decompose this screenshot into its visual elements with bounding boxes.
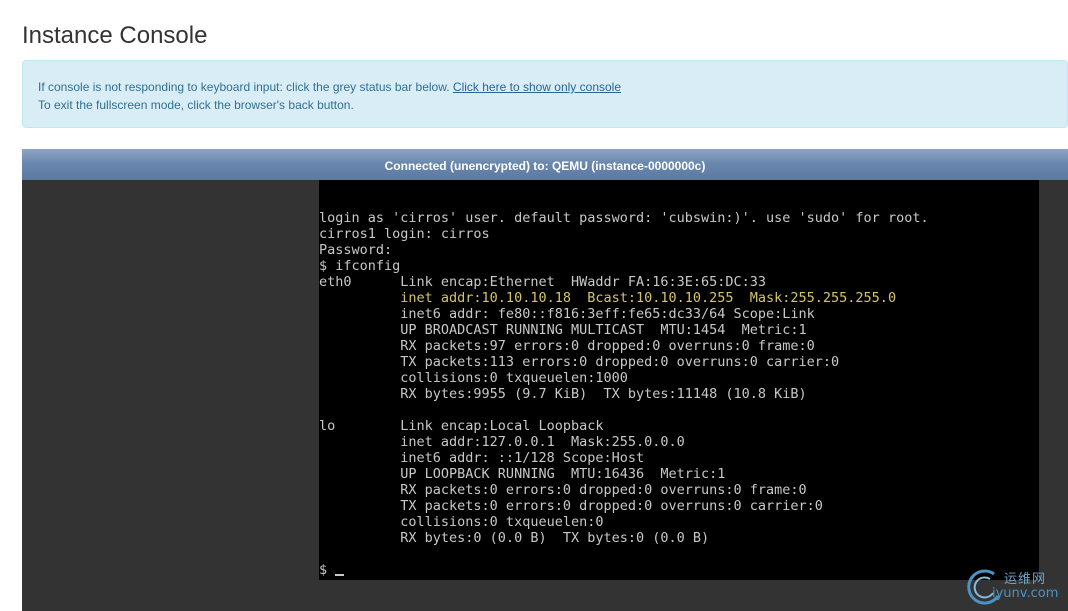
- console-info-alert: If console is not responding to keyboard…: [22, 60, 1068, 128]
- terminal-prompt-line: $: [319, 562, 929, 578]
- console-frame: Connected (unencrypted) to: QEMU (instan…: [22, 149, 1068, 611]
- terminal-line: inet6 addr: ::1/128 Scope:Host: [319, 450, 645, 466]
- info-line-2: To exit the fullscreen mode, click the b…: [38, 98, 354, 112]
- terminal-line: UP LOOPBACK RUNNING MTU:16436 Metric:1: [319, 466, 726, 482]
- terminal-line: inet addr:10.10.10.18 Bcast:10.10.10.255…: [319, 290, 897, 306]
- page-title: Instance Console: [22, 22, 208, 49]
- watermark-url-text: iyunv.com: [992, 586, 1059, 601]
- terminal-line: TX packets:0 errors:0 dropped:0 overruns…: [319, 498, 823, 514]
- terminal-prompt: $: [319, 562, 336, 578]
- show-only-console-link[interactable]: Click here to show only console: [453, 80, 621, 94]
- terminal-line: RX packets:97 errors:0 dropped:0 overrun…: [319, 338, 815, 354]
- info-line-1: If console is not responding to keyboard…: [38, 78, 1052, 96]
- terminal-line: collisions:0 txqueuelen:1000: [319, 370, 628, 386]
- terminal-line: cirros1 login: cirros: [319, 226, 490, 242]
- terminal-line: login as 'cirros' user. default password…: [319, 210, 929, 226]
- watermark-cn-text: 运维网: [1004, 572, 1047, 587]
- terminal-line: RX bytes:9955 (9.7 KiB) TX bytes:11148 (…: [319, 386, 807, 402]
- terminal-line: inet addr:127.0.0.1 Mask:255.0.0.0: [319, 434, 685, 450]
- terminal-screen[interactable]: login as 'cirros' user. default password…: [319, 180, 1039, 580]
- terminal-cursor: [335, 574, 345, 576]
- console-status-bar[interactable]: Connected (unencrypted) to: QEMU (instan…: [22, 149, 1068, 180]
- terminal-line: RX packets:0 errors:0 dropped:0 overruns…: [319, 482, 807, 498]
- info-line-1-text: If console is not responding to keyboard…: [38, 80, 450, 94]
- terminal-line: RX bytes:0 (0.0 B) TX bytes:0 (0.0 B): [319, 530, 710, 546]
- terminal-line: lo Link encap:Local Loopback: [319, 418, 604, 434]
- terminal-line: TX packets:113 errors:0 dropped:0 overru…: [319, 354, 840, 370]
- terminal-line: Password:: [319, 242, 393, 258]
- terminal-output: login as 'cirros' user. default password…: [319, 210, 929, 578]
- terminal-line: $ ifconfig: [319, 258, 401, 274]
- terminal-line: collisions:0 txqueuelen:0: [319, 514, 604, 530]
- terminal-line: eth0 Link encap:Ethernet HWaddr FA:16:3E…: [319, 274, 767, 290]
- watermark: 运维网 iyunv.com: [962, 564, 1066, 608]
- terminal-line: inet6 addr: fe80::f816:3eff:fe65:dc33/64…: [319, 306, 815, 322]
- terminal-line: UP BROADCAST RUNNING MULTICAST MTU:1454 …: [319, 322, 807, 338]
